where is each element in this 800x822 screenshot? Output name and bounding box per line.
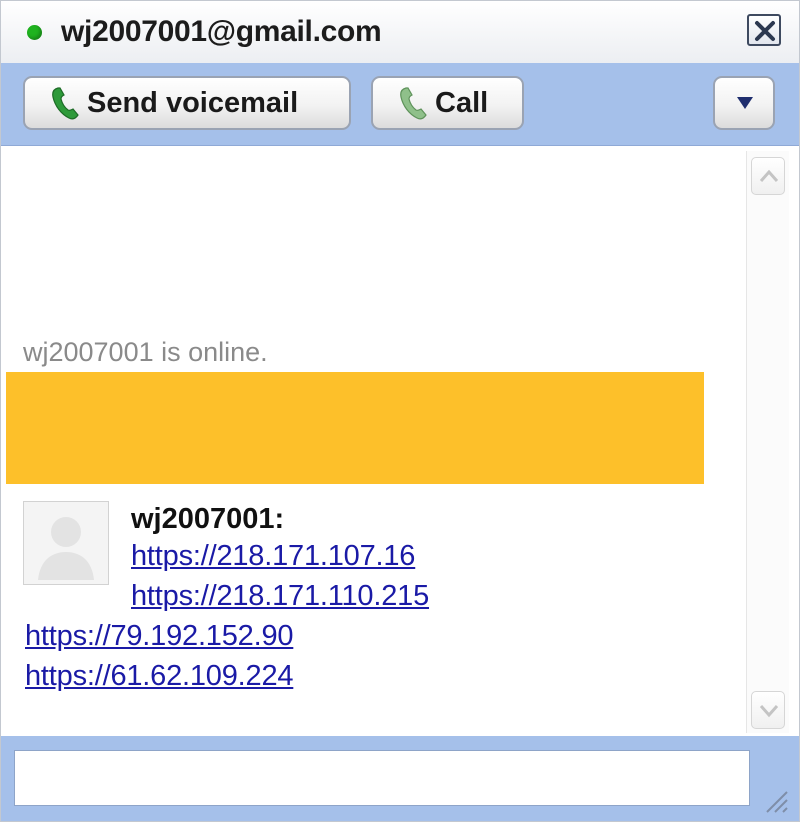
message-link[interactable]: https://79.192.152.90 bbox=[25, 618, 294, 654]
send-voicemail-button[interactable]: Send voicemail bbox=[23, 76, 351, 130]
message-sender: wj2007001: bbox=[131, 503, 285, 535]
window-title: wj2007001@gmail.com bbox=[61, 15, 382, 48]
more-options-button[interactable] bbox=[713, 76, 775, 130]
call-button[interactable]: Call bbox=[371, 76, 524, 130]
message-link[interactable]: https://61.62.109.224 bbox=[25, 658, 294, 694]
call-label: Call bbox=[435, 86, 489, 119]
message-link[interactable]: https://218.171.110.215 bbox=[131, 578, 429, 614]
resize-grip-icon[interactable] bbox=[761, 786, 789, 814]
scroll-up-button[interactable] bbox=[751, 157, 785, 195]
toolbar: Send voicemail Call bbox=[1, 63, 799, 146]
user-silhouette-icon bbox=[38, 517, 94, 580]
chevron-up-icon bbox=[759, 169, 779, 182]
message-link[interactable]: https://218.171.107.16 bbox=[131, 538, 415, 574]
phone-icon bbox=[400, 87, 427, 120]
phone-icon bbox=[52, 87, 79, 120]
online-status-icon bbox=[27, 25, 42, 40]
message-input[interactable] bbox=[14, 750, 750, 806]
close-icon bbox=[755, 21, 775, 41]
highlight-banner bbox=[6, 372, 704, 484]
message-scrollbar[interactable] bbox=[746, 151, 789, 733]
chevron-down-icon bbox=[759, 705, 779, 718]
avatar bbox=[23, 501, 109, 585]
title-bar[interactable]: wj2007001@gmail.com bbox=[1, 1, 799, 64]
scroll-down-button[interactable] bbox=[751, 691, 785, 729]
send-voicemail-label: Send voicemail bbox=[87, 86, 299, 119]
close-button[interactable] bbox=[747, 14, 781, 46]
compose-area bbox=[1, 736, 799, 821]
triangle-down-icon bbox=[737, 97, 753, 109]
presence-status-message: wj2007001 is online. bbox=[23, 337, 268, 367]
chat-window: wj2007001@gmail.com Send voicemail Call bbox=[0, 0, 800, 822]
